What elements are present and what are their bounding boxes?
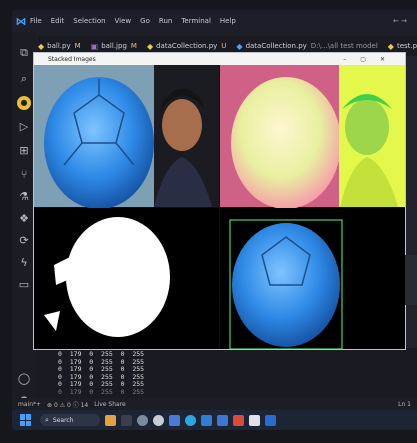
extensions-icon[interactable]: ⊞: [17, 144, 31, 158]
store-icon[interactable]: [217, 414, 228, 426]
widgets-icon[interactable]: [105, 414, 116, 426]
hsv-frame: [220, 65, 405, 209]
tab-label: dataCollection.py: [156, 42, 218, 50]
search-icon: ⌕: [45, 415, 49, 424]
branch-indicator[interactable]: main*+: [18, 401, 41, 408]
testing-icon[interactable]: ⚗: [17, 190, 31, 204]
search-icon[interactable]: ⌕: [17, 72, 31, 86]
chat-app-icon[interactable]: [137, 414, 148, 426]
menu-edit[interactable]: Edit: [51, 17, 65, 25]
window-title: Stacked Images: [48, 55, 96, 63]
chat-icon[interactable]: ▭: [17, 278, 31, 292]
tab-status: D:\...\all test model: [310, 42, 378, 50]
original-frame: [34, 65, 219, 209]
app-white-icon[interactable]: [249, 414, 260, 426]
window-controls[interactable]: –▢✕: [343, 56, 399, 63]
run-debug-icon[interactable]: ▷: [17, 120, 31, 134]
taskbar-search-label: Search: [52, 416, 74, 424]
tab-test-py[interactable]: ◆test.py: [388, 42, 417, 51]
app-blue-icon[interactable]: [265, 414, 276, 426]
task-view-icon[interactable]: [121, 414, 132, 426]
python-file-icon: ◆: [387, 41, 394, 51]
terminal-line: 0 179 0 255 0 255: [58, 387, 145, 396]
camera-app-icon[interactable]: [153, 414, 164, 426]
menu-view[interactable]: View: [115, 17, 132, 25]
image-file-icon: ▣: [90, 41, 99, 51]
remote-icon[interactable]: ⟳: [17, 234, 31, 248]
windows-taskbar: ⌕ Search: [12, 410, 417, 430]
taskbar-search[interactable]: ⌕ Search: [40, 414, 100, 426]
vscode-taskbar-icon[interactable]: [201, 414, 212, 426]
app-red-icon[interactable]: [233, 414, 244, 426]
tab-status: M: [74, 42, 81, 50]
windows-start-icon[interactable]: [20, 414, 32, 426]
menubar: ⋈ File Edit Selection View Go Run Termin…: [12, 10, 417, 32]
nav-arrows[interactable]: ← →: [393, 17, 407, 25]
tab-label: test.py: [396, 42, 417, 50]
tab-ball-py[interactable]: ◆ ball.py M: [38, 42, 81, 51]
tab-ball-jpg[interactable]: ▣ ball.jpg M: [91, 42, 137, 51]
tab-datacollection-py[interactable]: ◆ dataCollection.py U: [147, 42, 226, 51]
tab-label: dataCollection.py: [245, 42, 307, 50]
tab-datacollection-py-2[interactable]: ◆ dataCollection.py D:\...\all test model: [236, 42, 377, 51]
menu-go[interactable]: Go: [140, 17, 150, 25]
python-file-icon: ◆: [146, 41, 154, 51]
live-share-button[interactable]: Live Share: [94, 401, 125, 408]
terminal-output[interactable]: 0 179 0 255 0 255 0 179 0 255 0 255 0 17…: [36, 348, 417, 398]
window-titlebar: Stacked Images –▢✕: [34, 53, 405, 65]
monitor-bezel: [405, 255, 417, 305]
python-file-icon: ◆: [38, 41, 45, 51]
status-bar: main*+ ⊗ 0 ⚠ 0 ⓘ 14 Live Share Ln 1: [12, 398, 417, 410]
cursor-position[interactable]: Ln 1: [398, 401, 411, 408]
menu-file[interactable]: File: [30, 17, 42, 25]
tab-status: U: [221, 42, 227, 50]
monitor: ⋈ File Edit Selection View Go Run Termin…: [0, 0, 417, 443]
problems-indicator[interactable]: ⊗ 0 ⚠ 0 ⓘ 14: [47, 400, 88, 409]
tab-label: ball.py: [47, 42, 71, 50]
result-frame: [220, 208, 405, 349]
explorer-icon[interactable]: ⧉: [17, 46, 31, 60]
python-env-icon[interactable]: ●: [17, 96, 31, 110]
lightning-icon[interactable]: ϟ: [17, 256, 31, 270]
menu-selection[interactable]: Selection: [73, 17, 105, 25]
source-control-icon[interactable]: ⑂: [17, 168, 31, 182]
account-icon[interactable]: ◯: [17, 372, 31, 386]
file-explorer-icon[interactable]: [169, 414, 180, 426]
edge-browser-icon[interactable]: [185, 414, 196, 426]
stacked-images-window[interactable]: Stacked Images –▢✕: [33, 52, 406, 350]
python-icon[interactable]: ❖: [17, 212, 31, 226]
tab-label: ball.jpg: [101, 42, 127, 50]
tab-status: M: [130, 42, 137, 50]
menu-help[interactable]: Help: [220, 17, 236, 25]
menu-run[interactable]: Run: [159, 17, 172, 25]
python-file-icon: ◆: [236, 41, 243, 51]
vscode-logo-icon: ⋈: [15, 14, 27, 28]
stacked-image-grid: [34, 65, 405, 349]
mask-frame: [34, 208, 219, 349]
menu-terminal[interactable]: Terminal: [181, 17, 211, 25]
